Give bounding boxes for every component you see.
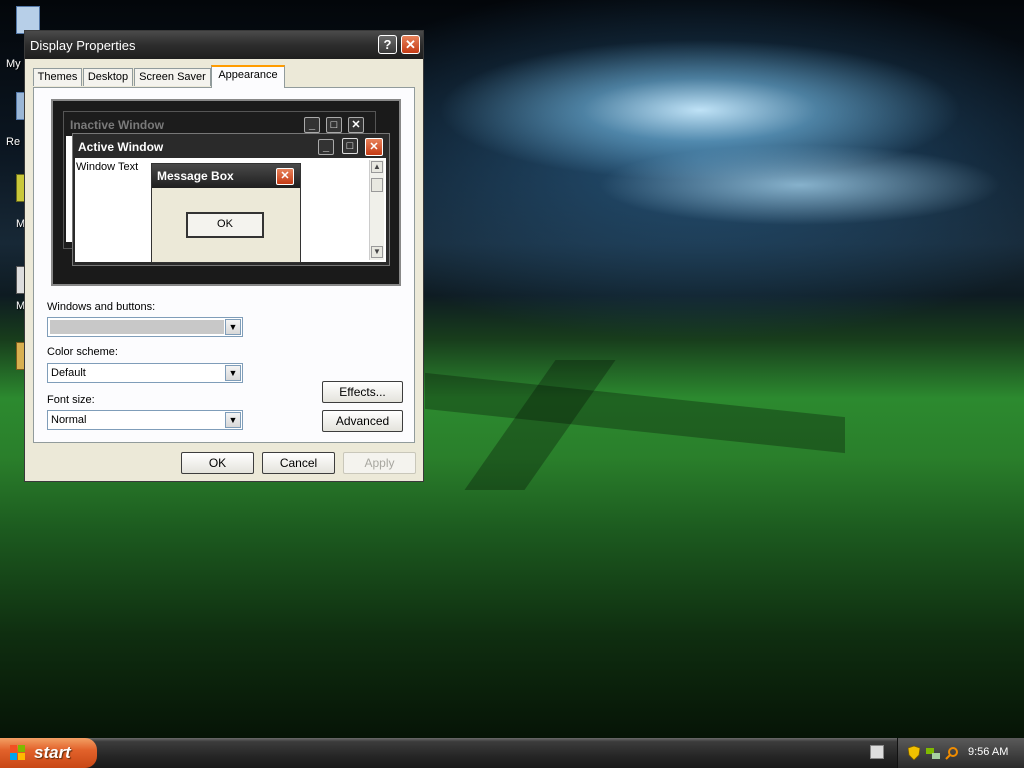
windows-buttons-label: Windows and buttons: [47,301,156,313]
close-icon: ✕ [348,117,364,133]
wallpaper-window-shadow-horizontal [425,372,845,454]
effects-button[interactable]: Effects... [322,381,403,403]
scroll-up-icon: ▲ [371,161,383,173]
preview-active-window: Active Window _ □ ✕ Window Text ▲ ▼ Mess… [72,133,390,266]
search-icon[interactable] [945,746,959,760]
system-tray: 9:56 AM [897,738,1024,768]
ok-button[interactable]: OK [181,452,254,474]
apply-button: Apply [343,452,416,474]
color-scheme-select[interactable]: Default ▼ [47,363,243,383]
chevron-down-icon[interactable]: ▼ [225,319,241,335]
window-title: Display Properties [30,38,136,53]
start-label: start [34,743,71,762]
minimize-icon: _ [304,117,320,133]
scroll-thumb [371,178,383,192]
message-box-title: Message Box [157,169,234,183]
tab-screen-saver[interactable]: Screen Saver [134,68,211,86]
network-icon[interactable] [926,746,940,760]
maximize-icon: □ [326,117,342,133]
tab-desktop[interactable]: Desktop [83,68,133,86]
preview-scrollbar: ▲ ▼ [369,160,384,260]
windows-flag-icon [10,745,25,760]
windows-buttons-value [50,320,224,334]
close-button[interactable]: ✕ [401,35,420,54]
preview-message-box: Message Box ✕ OK [151,163,301,263]
keyboard-icon[interactable] [870,745,884,759]
chevron-down-icon[interactable]: ▼ [225,365,241,381]
close-icon: ✕ [276,168,294,185]
advanced-button[interactable]: Advanced [322,410,403,432]
inactive-window-title: Inactive Window [70,118,164,132]
clock[interactable]: 9:56 AM [968,746,1008,758]
font-size-select[interactable]: Normal ▼ [47,410,243,430]
tab-appearance[interactable]: Appearance [211,65,285,88]
appearance-panel: Inactive Window _ □ ✕ Active Window _ □ … [33,87,415,443]
font-size-label: Font size: [47,394,95,406]
tab-themes[interactable]: Themes [33,68,82,86]
color-scheme-value: Default [51,367,86,379]
active-window-title: Active Window [78,140,164,154]
cancel-button[interactable]: Cancel [262,452,335,474]
window-text: Window Text [76,161,139,173]
message-box-titlebar: Message Box ✕ [152,164,300,188]
message-box-ok-button: OK [186,212,264,238]
appearance-preview: Inactive Window _ □ ✕ Active Window _ □ … [51,99,401,286]
start-button[interactable]: start [0,738,97,768]
scroll-down-icon: ▼ [371,246,383,258]
color-scheme-label: Color scheme: [47,346,118,358]
desktop-icon-label: My [6,58,21,70]
minimize-icon: _ [318,139,334,155]
font-size-value: Normal [51,414,87,426]
security-shield-icon[interactable] [908,746,920,760]
desktop-icon-label: Re [6,136,21,148]
windows-buttons-select[interactable]: ▼ [47,317,243,337]
chevron-down-icon[interactable]: ▼ [225,412,241,428]
help-button[interactable]: ? [378,35,397,54]
title-bar[interactable]: Display Properties ? ✕ [25,31,423,59]
maximize-icon: □ [342,138,358,154]
display-properties-dialog: Display Properties ? ✕ Themes Desktop Sc… [24,30,424,482]
close-icon: ✕ [365,138,383,156]
